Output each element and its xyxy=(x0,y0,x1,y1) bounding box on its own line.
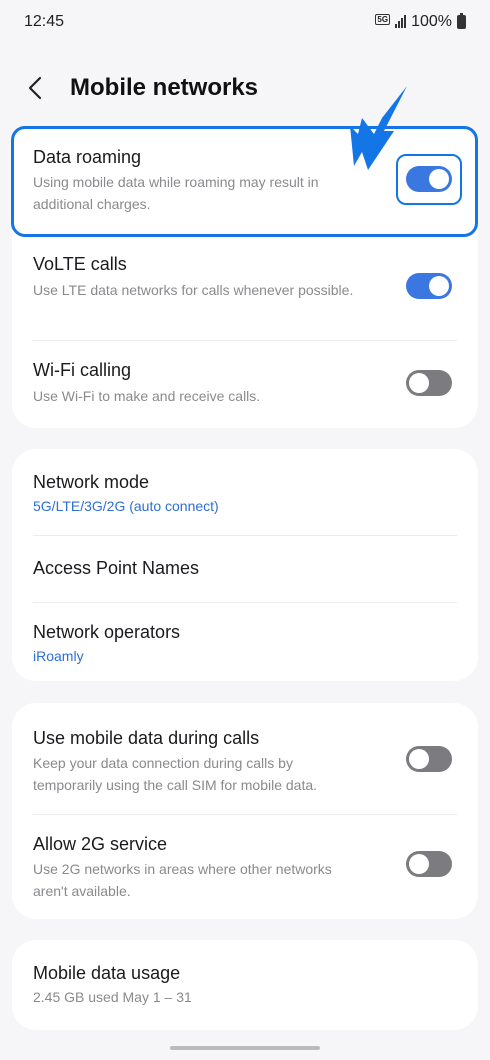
mobile-data-during-calls-row[interactable]: Use mobile data during calls Keep your d… xyxy=(12,703,478,814)
pointer-arrow-icon xyxy=(350,86,407,170)
mobile-data-usage-row[interactable]: Mobile data usage 2.45 GB used May 1 – 3… xyxy=(12,940,478,1030)
battery-icon xyxy=(457,13,466,29)
volte-calls-toggle[interactable] xyxy=(406,273,452,299)
status-icons: 5G 100% xyxy=(375,13,466,31)
network-badge: 5G xyxy=(375,13,391,25)
settings-card-usage: Mobile data usage 2.45 GB used May 1 – 3… xyxy=(12,940,478,1030)
row-subtitle: iRoamly xyxy=(33,648,84,664)
wifi-calling-toggle[interactable] xyxy=(406,370,452,396)
network-mode-row[interactable]: Network mode 5G/LTE/3G/2G (auto connect) xyxy=(12,449,478,535)
row-title: Network mode xyxy=(33,472,150,492)
signal-icon xyxy=(395,15,407,28)
settings-card-calls: Use mobile data during calls Keep your d… xyxy=(12,703,478,919)
mobile-data-during-calls-toggle[interactable] xyxy=(406,746,452,772)
row-subtitle: Use 2G networks in areas where other net… xyxy=(33,861,332,899)
row-title: Use mobile data during calls xyxy=(33,728,260,748)
wifi-calling-row[interactable]: Wi-Fi calling Use Wi-Fi to make and rece… xyxy=(12,340,478,428)
battery-percent: 100% xyxy=(411,13,452,30)
allow-2g-service-row[interactable]: Allow 2G service Use 2G networks in area… xyxy=(12,814,478,919)
row-subtitle: 2.45 GB used May 1 – 31 xyxy=(33,989,192,1005)
row-title: Allow 2G service xyxy=(33,834,168,854)
row-title: VoLTE calls xyxy=(33,254,127,274)
row-title: Access Point Names xyxy=(33,558,200,578)
page-title: Mobile networks xyxy=(70,74,259,101)
status-bar: 12:45 5G 100% xyxy=(0,0,490,44)
row-subtitle: Use LTE data networks for calls whenever… xyxy=(33,282,354,298)
settings-card-network: Network mode 5G/LTE/3G/2G (auto connect)… xyxy=(12,449,478,681)
allow-2g-service-toggle[interactable] xyxy=(406,851,452,877)
network-operators-row[interactable]: Network operators iRoamly xyxy=(12,602,478,681)
status-time: 12:45 xyxy=(24,13,65,30)
home-indicator[interactable] xyxy=(170,1046,320,1050)
row-subtitle: Use Wi-Fi to make and receive calls. xyxy=(33,388,261,404)
row-title: Wi-Fi calling xyxy=(33,360,132,380)
row-title: Mobile data usage xyxy=(33,963,181,983)
volte-calls-row[interactable]: VoLTE calls Use LTE data networks for ca… xyxy=(12,236,478,340)
row-subtitle: 5G/LTE/3G/2G (auto connect) xyxy=(33,498,219,514)
chevron-left-icon xyxy=(28,76,42,100)
row-title: Network operators xyxy=(33,622,181,642)
access-point-names-row[interactable]: Access Point Names xyxy=(12,535,478,602)
back-button[interactable] xyxy=(0,66,70,110)
row-subtitle: Keep your data connection during calls b… xyxy=(33,755,318,793)
